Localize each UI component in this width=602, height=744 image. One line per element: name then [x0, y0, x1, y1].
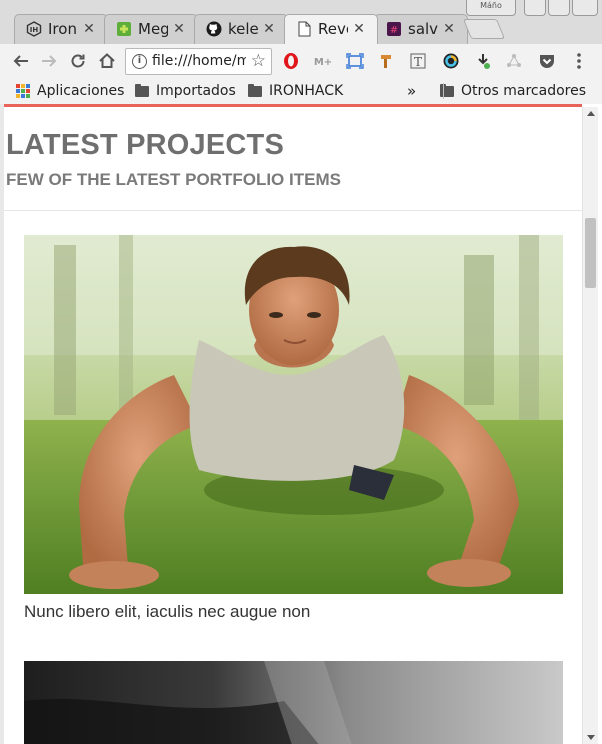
tab-ironhack[interactable]: IH IronHack ✕	[14, 14, 108, 44]
project-caption[interactable]: Nunc libero elit, iaculis nec augue non	[24, 602, 310, 622]
ironhack-icon: IH	[26, 21, 42, 37]
scroll-down-arrow-icon[interactable]	[587, 735, 595, 740]
reload-icon[interactable]	[67, 50, 89, 72]
bookmark-label: Otros marcadores	[461, 83, 587, 99]
back-arrow-icon[interactable]	[10, 50, 32, 72]
bookmark-other[interactable]: Otros marcadores	[440, 81, 586, 101]
tab-strip: Máño IH IronHack ✕ Mega ✕	[0, 0, 602, 44]
bookmark-importados[interactable]: Importados	[135, 81, 236, 101]
close-icon[interactable]: ✕	[262, 21, 276, 37]
close-icon[interactable]: ✕	[82, 21, 96, 37]
bookmark-ironhack[interactable]: IRONHACK	[248, 81, 343, 101]
close-icon[interactable]: ✕	[172, 21, 186, 37]
forward-arrow-icon[interactable]	[38, 50, 60, 72]
bookmarks-bar: Aplicaciones Importados IRONHACK » Otros…	[0, 78, 602, 104]
bookmark-star-icon[interactable]: ☆	[251, 51, 266, 71]
project-image-pushup[interactable]	[24, 235, 563, 594]
page-viewport: LATEST PROJECTS FEW OF THE LATEST PORTFO…	[4, 107, 582, 744]
opera-vpn-icon[interactable]	[280, 50, 302, 72]
color-picker-icon[interactable]	[440, 50, 462, 72]
window-close-button[interactable]	[572, 0, 598, 16]
text-extension-icon[interactable]: T	[407, 50, 429, 72]
svg-text:T: T	[414, 55, 422, 69]
mega-extension-icon[interactable]: M+	[312, 50, 334, 72]
tab-mega[interactable]: Mega ✕	[104, 14, 198, 44]
bookmark-label: Aplicaciones	[37, 83, 125, 99]
browser-window: Máño IH IronHack ✕ Mega ✕	[0, 0, 602, 744]
project-image-second[interactable]	[24, 661, 563, 744]
bookmarks-divider	[443, 83, 444, 99]
svg-text:#: #	[390, 25, 398, 36]
maximize-button[interactable]	[548, 0, 570, 16]
svg-text:IH: IH	[30, 26, 39, 34]
minimize-button[interactable]	[524, 0, 546, 16]
menu-kebab-icon[interactable]	[568, 50, 590, 72]
scroll-up-arrow-icon[interactable]	[587, 111, 595, 116]
tab-title: Revel	[318, 20, 348, 38]
folder-icon	[248, 83, 262, 97]
bookmark-label: IRONHACK	[269, 83, 344, 99]
folder-icon	[135, 83, 149, 97]
tab-slack[interactable]: # salva ✕	[374, 14, 468, 44]
github-icon	[206, 21, 222, 37]
tab-title: IronHack	[48, 20, 78, 38]
url-text: file:///home/m	[152, 53, 246, 69]
page-title: LATEST PROJECTS	[6, 129, 284, 161]
close-icon[interactable]: ✕	[352, 21, 366, 37]
more-bookmarks-chevron-icon[interactable]: »	[407, 81, 416, 101]
slack-icon: #	[386, 21, 402, 37]
tab-revel-active[interactable]: Revel ✕	[284, 14, 378, 44]
scrollbar-thumb[interactable]	[585, 218, 596, 288]
pocket-icon[interactable]	[536, 50, 558, 72]
bookmark-label: Importados	[156, 83, 236, 99]
document-icon	[296, 21, 312, 37]
download-extension-icon[interactable]	[472, 50, 494, 72]
new-tab-button[interactable]	[462, 19, 506, 39]
address-bar[interactable]: i file:///home/m ☆	[125, 48, 272, 75]
network-extension-icon[interactable]	[503, 50, 525, 72]
bookmark-apps[interactable]: Aplicaciones	[16, 81, 124, 101]
tab-title: salva	[408, 20, 438, 38]
page-subtitle: FEW OF THE LATEST PORTFOLIO ITEMS	[6, 170, 341, 189]
home-icon[interactable]	[96, 50, 118, 72]
window-label: Máño	[466, 0, 516, 16]
close-icon[interactable]: ✕	[442, 21, 456, 37]
apps-grid-icon	[16, 84, 30, 98]
tab-github[interactable]: kelet ✕	[194, 14, 288, 44]
tab-title: Mega	[138, 20, 168, 38]
hammer-icon[interactable]	[376, 50, 398, 72]
tab-title: kelet	[228, 20, 258, 38]
section-divider	[4, 210, 582, 211]
puzzle-icon	[116, 21, 132, 37]
screenshot-icon[interactable]	[344, 50, 366, 72]
page-scrollbar[interactable]	[582, 107, 598, 744]
browser-toolbar: i file:///home/m ☆ M+ T	[0, 44, 602, 78]
svg-text:M+: M+	[314, 57, 332, 68]
info-icon[interactable]: i	[132, 54, 147, 69]
